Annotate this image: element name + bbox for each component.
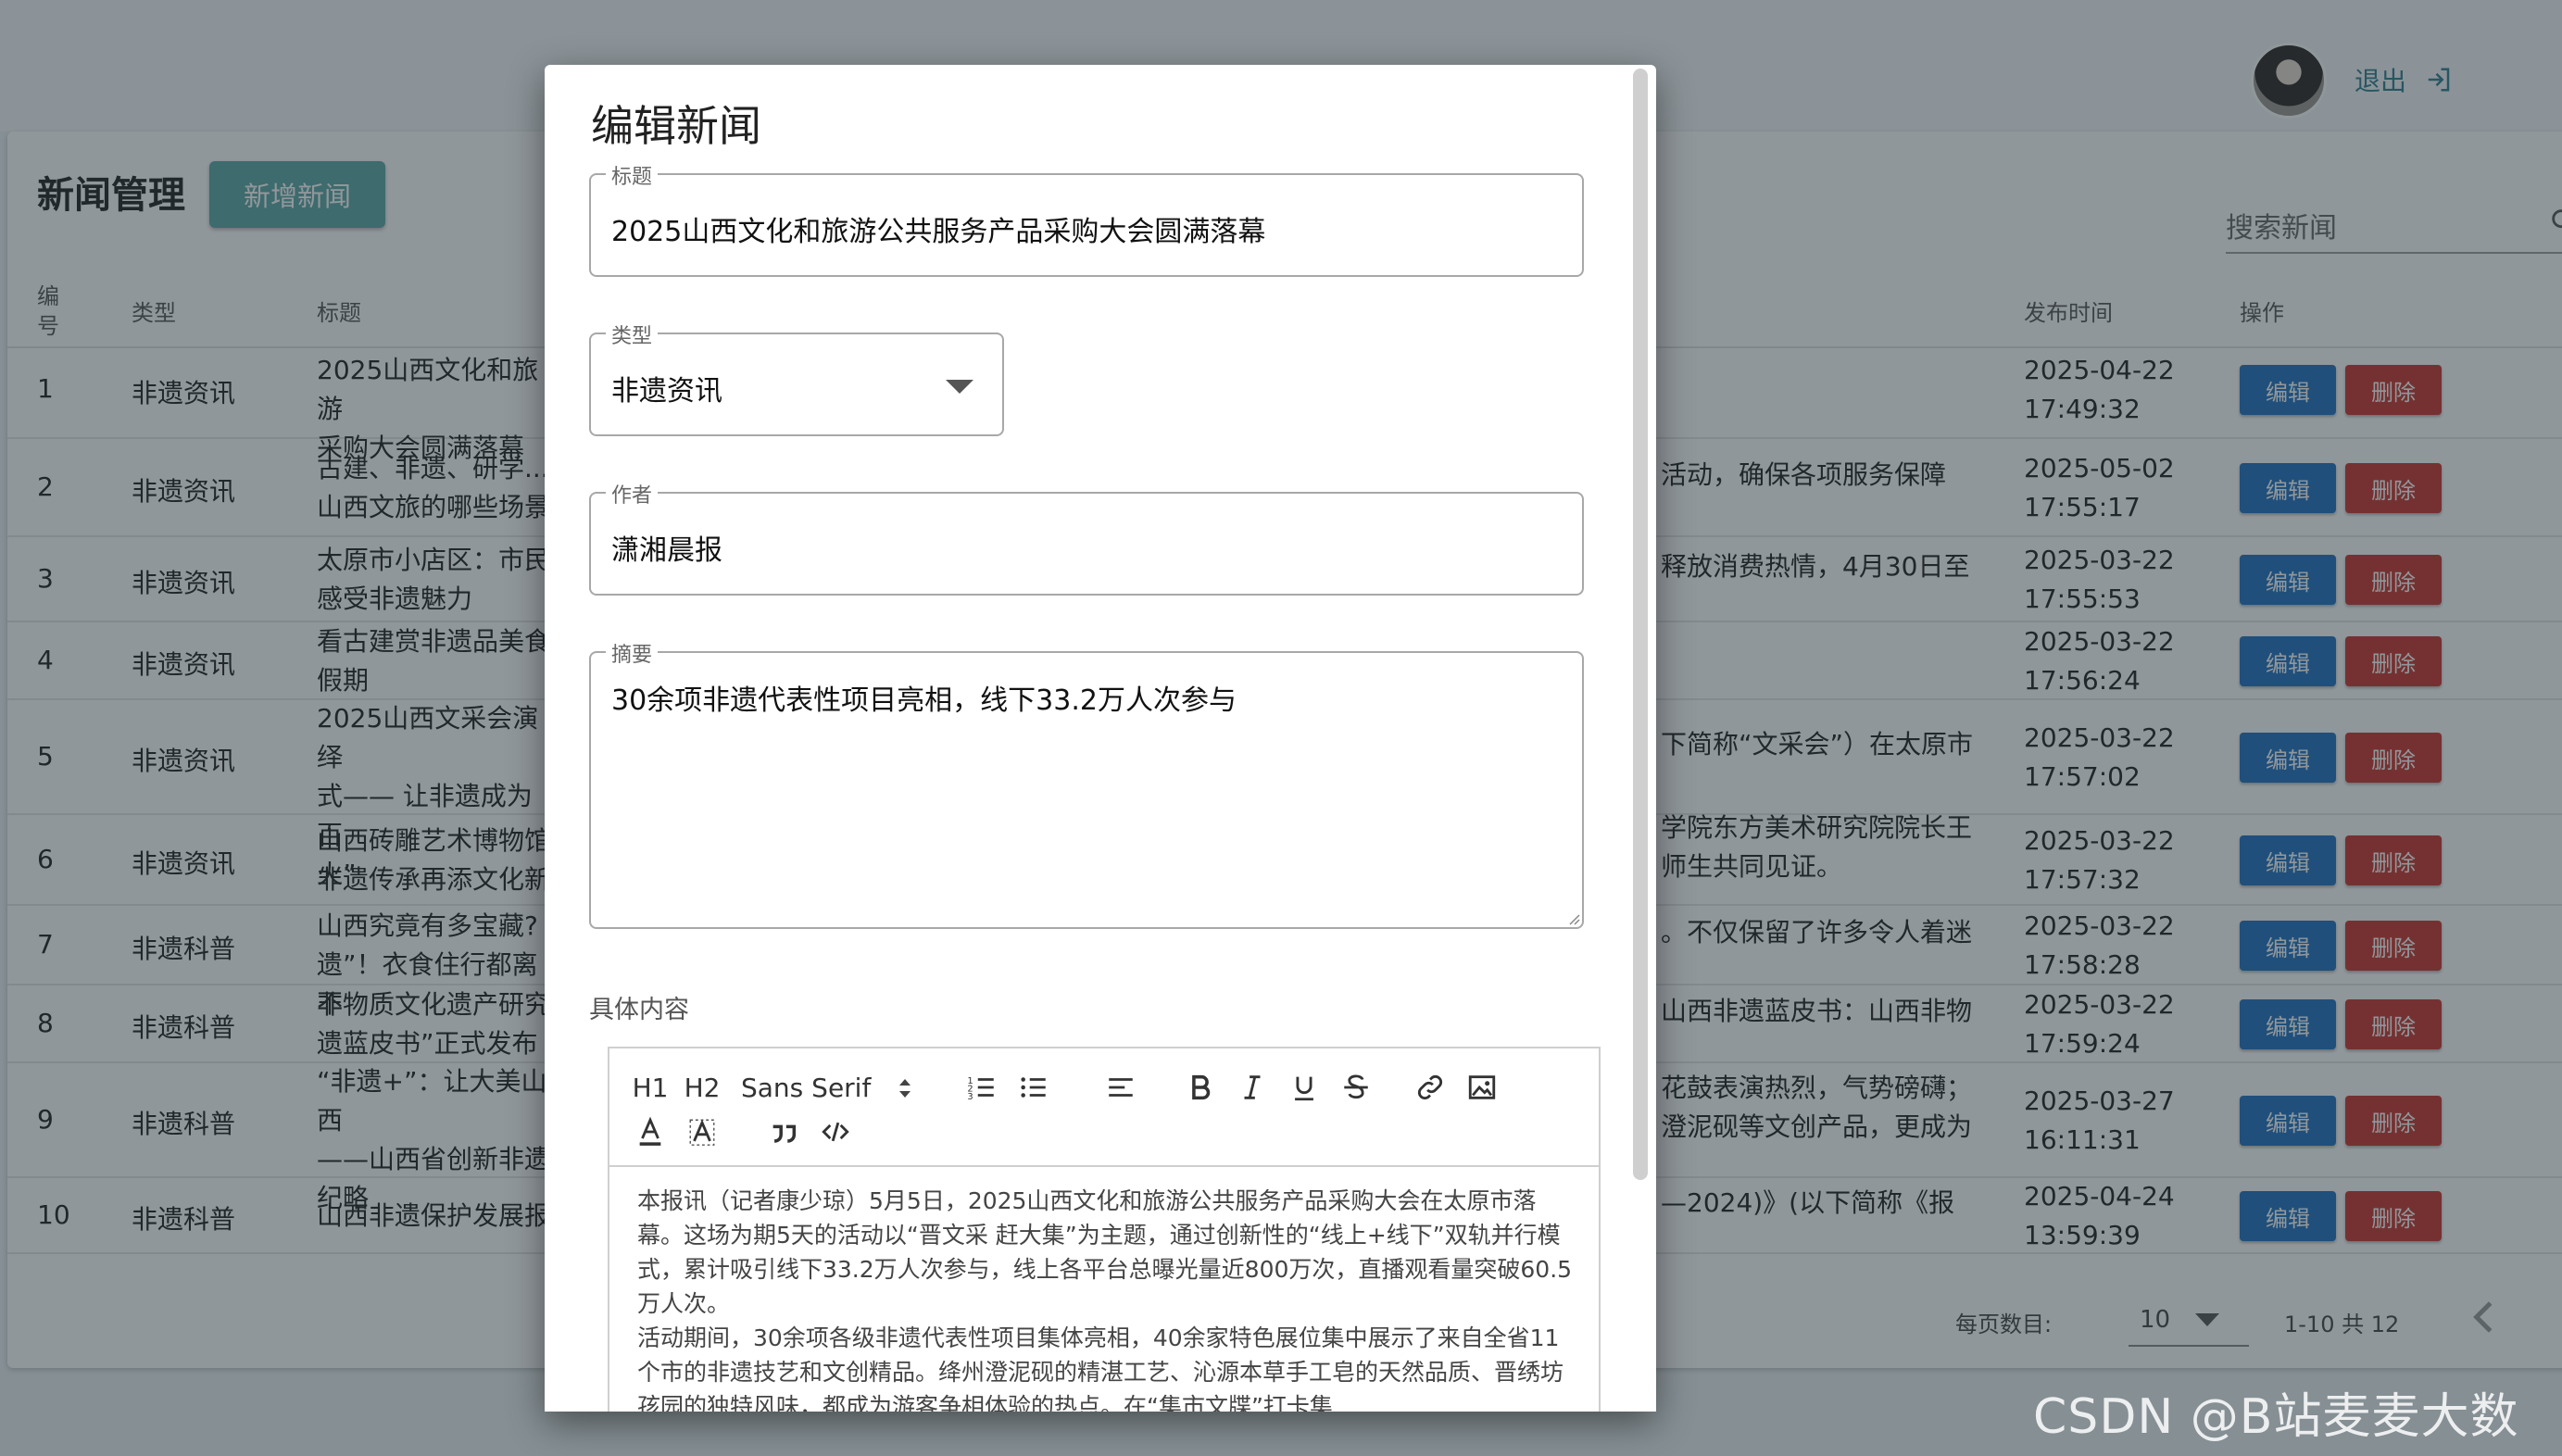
dialog-scrollbar[interactable] xyxy=(1633,69,1648,1180)
svg-text:3: 3 xyxy=(967,1092,973,1102)
image-icon xyxy=(1468,1075,1496,1099)
ordered-list-button[interactable]: 123 xyxy=(963,1069,1000,1106)
title-field[interactable]: 标题 2025山西文化和旅游公共服务产品采购大会圆满落幕 xyxy=(589,160,1584,277)
underline-button[interactable] xyxy=(1286,1069,1323,1106)
link-icon xyxy=(1417,1074,1443,1100)
italic-icon xyxy=(1244,1075,1261,1099)
edit-news-dialog: 编辑新闻 标题 2025山西文化和旅游公共服务产品采购大会圆满落幕 类型 非遗资… xyxy=(545,65,1656,1412)
author-field[interactable]: 作者 潇湘晨报 xyxy=(589,479,1584,596)
content-paragraph: 本报讯（记者康少琼）5月5日，2025山西文化和旅游公共服务产品采购大会在太原市… xyxy=(637,1187,1573,1317)
summary-field-label: 摘要 xyxy=(606,638,659,668)
code-block-button[interactable] xyxy=(817,1113,854,1150)
link-button[interactable] xyxy=(1412,1069,1449,1106)
title-field-label: 标题 xyxy=(606,160,659,190)
heading2-button[interactable]: H2 xyxy=(684,1069,721,1106)
strikethrough-icon xyxy=(1344,1074,1368,1099)
content-paragraph: 活动期间，30余项各级非遗代表性项目集体亮相，40余家特色展位集中展示了来自全省… xyxy=(637,1324,1564,1412)
content-label: 具体内容 xyxy=(589,996,689,1024)
watermark: CSDN @B站麦麦大数据 xyxy=(2033,1389,2519,1445)
align-left-icon xyxy=(1109,1078,1133,1097)
author-field-value: 潇湘晨报 xyxy=(611,534,722,567)
image-button[interactable] xyxy=(1463,1069,1501,1106)
type-field-value: 非遗资讯 xyxy=(611,375,722,408)
title-field-value: 2025山西文化和旅游公共服务产品采购大会圆满落幕 xyxy=(611,216,1266,248)
dialog-title: 编辑新闻 xyxy=(591,101,761,151)
editor-content[interactable]: 本报讯（记者康少琼）5月5日，2025山西文化和旅游公共服务产品采购大会在太原市… xyxy=(637,1184,1575,1412)
text-color-icon xyxy=(639,1116,661,1146)
bold-icon xyxy=(1192,1074,1211,1100)
text-color-button[interactable] xyxy=(632,1113,669,1150)
bullet-list-icon xyxy=(1021,1077,1046,1098)
summary-textarea[interactable]: 摘要 30余项非遗代表性项目亮相，线下33.2万人次参与 xyxy=(589,638,1584,929)
underline-icon xyxy=(1295,1076,1313,1101)
type-field-label: 类型 xyxy=(606,320,659,349)
align-button[interactable] xyxy=(1102,1069,1139,1106)
blockquote-button[interactable] xyxy=(765,1113,802,1150)
summary-field-value: 30余项非遗代表性项目亮相，线下33.2万人次参与 xyxy=(611,684,1237,717)
bullet-list-button[interactable] xyxy=(1015,1069,1052,1106)
caret-down-icon xyxy=(946,380,973,394)
ordered-list-icon: 123 xyxy=(967,1076,994,1102)
code-icon xyxy=(822,1122,849,1142)
author-field-label: 作者 xyxy=(606,479,659,508)
blockquote-icon xyxy=(772,1124,797,1143)
background-color-icon xyxy=(689,1119,715,1146)
bold-button[interactable] xyxy=(1182,1069,1219,1106)
select-arrows-icon xyxy=(899,1079,911,1098)
italic-button[interactable] xyxy=(1234,1069,1271,1106)
background-color-button[interactable] xyxy=(684,1113,721,1150)
font-select[interactable]: Sans Serif xyxy=(741,1069,880,1106)
type-select[interactable]: 类型 非遗资讯 xyxy=(589,320,1004,436)
rich-text-editor: H1 H2 Sans Serif 123 本报讯（记者康少琼）5月5日，2025… xyxy=(608,1047,1601,1412)
heading1-button[interactable]: H1 xyxy=(632,1069,669,1106)
font-select-value: Sans Serif xyxy=(741,1072,872,1103)
strike-button[interactable] xyxy=(1338,1069,1375,1106)
editor-toolbar: H1 H2 Sans Serif 123 xyxy=(609,1048,1599,1167)
resize-handle-icon[interactable] xyxy=(1567,912,1580,925)
